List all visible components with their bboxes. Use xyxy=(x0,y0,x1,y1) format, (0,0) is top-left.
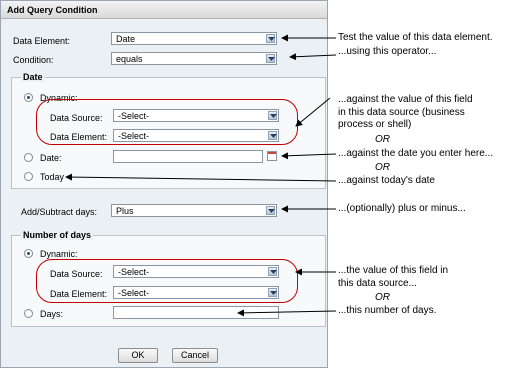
arrow-date-input xyxy=(281,152,337,160)
annotation-days-field-line2: this data source... xyxy=(338,278,417,289)
annotation-field-line3: process or shell) xyxy=(338,119,412,130)
annotation-data-element: Test the value of this data element. xyxy=(338,32,493,43)
arrow-today xyxy=(65,173,337,182)
annotation-today: ...against today's date xyxy=(338,175,435,186)
annotation-date-input: ...against the date you enter here... xyxy=(338,148,494,159)
arrow-date-dynamic xyxy=(295,97,331,127)
annotation-field-line2: in this data source (business xyxy=(338,107,465,118)
annotation-or-2: OR xyxy=(375,162,390,173)
arrow-condition xyxy=(289,53,337,61)
annotation-field-line1: ...against the value of this field xyxy=(338,94,473,105)
annotation-condition: ...using this operator... xyxy=(338,46,437,57)
annotation-days-input: ...this number of days. xyxy=(338,305,437,316)
annotation-days-field-line1: ...the value of this field in xyxy=(338,265,449,276)
annotation-add-subtract: ...(optionally) plus or minus... xyxy=(338,203,466,214)
annotation-or-1: OR xyxy=(375,134,390,145)
annotation-or-3: OR xyxy=(375,292,390,303)
arrow-days-input xyxy=(237,309,337,317)
